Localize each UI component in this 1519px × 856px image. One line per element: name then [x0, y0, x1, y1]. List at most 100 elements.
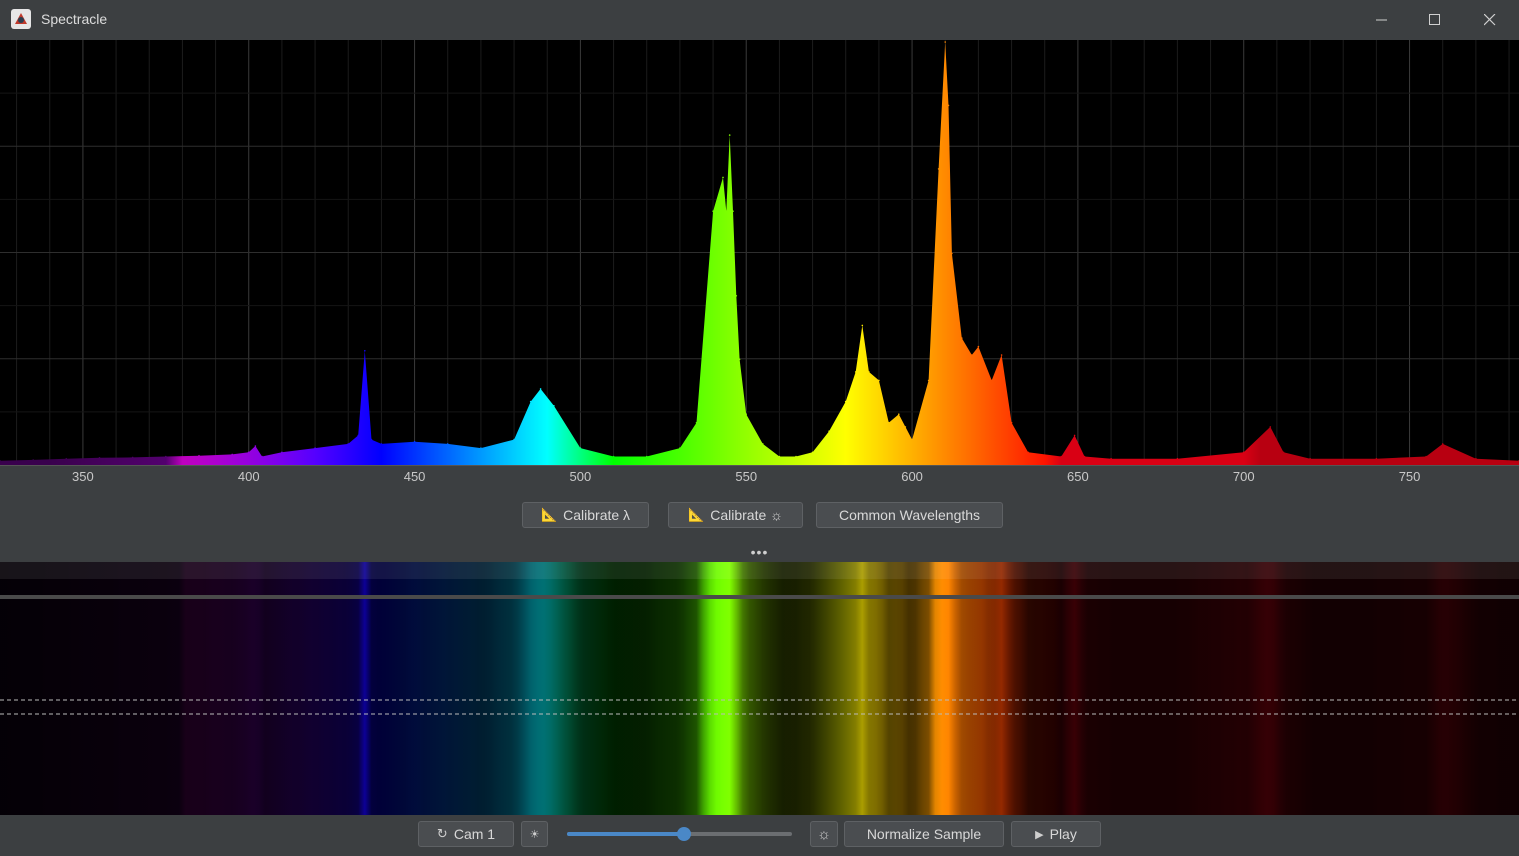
- spectrum-point: [728, 134, 731, 136]
- spectrum-point: [937, 168, 940, 170]
- spectrum-point: [1110, 457, 1112, 460]
- axis-tick-label: 350: [72, 469, 94, 484]
- spectrum-point: [261, 455, 263, 458]
- splitter-handle: •••: [750, 544, 769, 560]
- spectrum-point: [1242, 451, 1245, 454]
- maximize-icon: [1429, 14, 1440, 25]
- camera-spectrum: [0, 562, 1519, 815]
- axis-tick-label: 500: [569, 469, 592, 484]
- spectrum-point: [357, 434, 360, 437]
- slider-knob[interactable]: [677, 827, 691, 841]
- spectrum-point: [131, 456, 134, 459]
- brightness-low-icon: ☀: [529, 828, 540, 841]
- exposure-slider[interactable]: [567, 827, 792, 841]
- spectrum-point: [738, 358, 741, 361]
- calibrate-wavelength-button[interactable]: 📐 Calibrate λ: [522, 502, 649, 528]
- spectrum-point: [247, 451, 250, 454]
- spectrum-point: [165, 455, 167, 458]
- spectrum-point: [732, 210, 734, 212]
- spectrum-point: [98, 457, 101, 459]
- spectrum-point: [645, 455, 648, 458]
- spectrum-point: [712, 210, 714, 212]
- spectrum-point: [1073, 434, 1076, 437]
- normalize-sample-button[interactable]: Normalize Sample: [844, 821, 1004, 847]
- spectrum-point: [947, 104, 950, 107]
- spectrum-point: [1309, 457, 1311, 460]
- app-logo-icon: [11, 9, 31, 29]
- spectrum-point: [1425, 455, 1427, 458]
- spectrum-point: [844, 400, 847, 403]
- minimize-icon: [1376, 19, 1387, 21]
- spectrum-point: [990, 379, 993, 382]
- axis-tick-label: 750: [1398, 469, 1421, 484]
- spectrum-point: [811, 451, 814, 454]
- spectrum-point: [1010, 421, 1013, 424]
- axis-tick-label: 550: [735, 469, 758, 484]
- wavelength-axis: 350 400 450 500 550 600 650 700 750: [0, 465, 1519, 491]
- common-wavelengths-label: Common Wavelengths: [838, 507, 981, 523]
- title-bar: Spectracle: [0, 0, 1519, 40]
- brightness-increase-button[interactable]: ☼: [810, 821, 838, 847]
- brightness-decrease-button[interactable]: ☀: [521, 821, 548, 847]
- spectrum-point: [529, 400, 532, 403]
- panel-splitter[interactable]: •••: [0, 543, 1519, 561]
- spectrum-point: [314, 447, 316, 449]
- spectrum-point: [927, 379, 930, 382]
- spectrum-point: [370, 438, 373, 441]
- spectrum-point: [1176, 457, 1179, 460]
- spectrum-point: [722, 176, 724, 179]
- axis-tick-label: 450: [403, 469, 426, 484]
- spectrum-point: [1269, 426, 1272, 428]
- ruler-icon: 📐: [688, 507, 705, 522]
- spectrum-point: [778, 455, 781, 458]
- camera-select-button[interactable]: ↻ Cam 1: [418, 821, 514, 847]
- spectrum-point: [364, 350, 366, 352]
- spectrum-point: [65, 457, 68, 460]
- spectrum-point: [1027, 451, 1029, 454]
- spectrum-point: [961, 337, 963, 339]
- spectrum-point: [898, 413, 900, 416]
- spectrum-point: [281, 451, 283, 454]
- spectrum-point: [380, 443, 383, 445]
- spectrum-point: [1083, 455, 1086, 458]
- slider-fill: [567, 832, 684, 836]
- maximize-button[interactable]: [1408, 0, 1462, 40]
- axis-tick-label: 650: [1067, 469, 1089, 484]
- spectrum-point: [231, 453, 233, 456]
- brightness-high-icon: ☼: [817, 825, 831, 843]
- spectrum-point: [878, 379, 880, 382]
- spectrum-point: [1060, 455, 1063, 458]
- camera-preview[interactable]: [0, 562, 1519, 815]
- spectrum-point: [1441, 443, 1444, 445]
- spectrum-point: [612, 455, 615, 458]
- spectrum-point: [539, 388, 542, 390]
- spectrum-point: [944, 41, 946, 43]
- spectrum-area: [0, 42, 1519, 465]
- grid: [0, 40, 1519, 465]
- window-title: Spectracle: [41, 11, 108, 27]
- spectrum-point: [977, 345, 980, 348]
- camera-label: Cam 1: [453, 826, 496, 842]
- spectrum-point: [513, 438, 515, 441]
- spectrum-point: [868, 371, 870, 373]
- spectrum-point: [480, 447, 482, 449]
- minimize-button[interactable]: [1355, 0, 1409, 40]
- close-icon: [1484, 14, 1496, 26]
- play-button[interactable]: ▶ Play: [1011, 821, 1101, 847]
- camera-image: [0, 562, 1519, 815]
- calibrate-wavelength-label: Calibrate λ: [563, 507, 631, 523]
- spectrum-point: [861, 324, 864, 327]
- close-button[interactable]: [1463, 0, 1517, 40]
- spectrum-point: [254, 445, 257, 447]
- common-wavelengths-button[interactable]: Common Wavelengths: [816, 502, 1003, 528]
- spectrum-point: [725, 210, 728, 212]
- spectrum-chart[interactable]: [0, 40, 1519, 490]
- spectrum-point: [679, 447, 681, 449]
- calibrate-intensity-button[interactable]: 📐 Calibrate ☼: [668, 502, 803, 528]
- spectrum-point: [971, 354, 973, 356]
- axis-tick-label: 700: [1232, 469, 1255, 484]
- spectrum-point: [1375, 457, 1378, 460]
- spectrum-point: [745, 413, 747, 416]
- spectrum-point: [579, 447, 582, 449]
- spectrum-plot: [0, 40, 1519, 465]
